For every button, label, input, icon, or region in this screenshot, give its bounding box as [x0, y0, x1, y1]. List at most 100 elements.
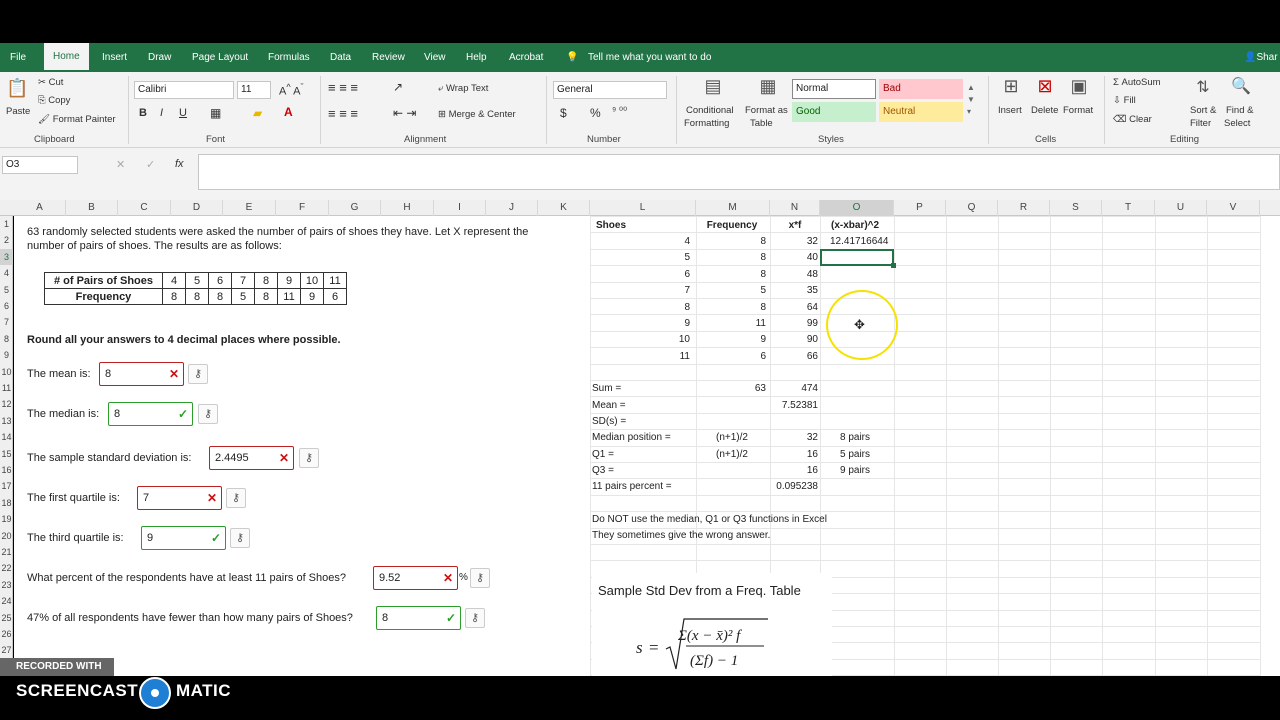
table-cell[interactable]: 8	[696, 251, 766, 265]
row-header[interactable]: 14	[0, 429, 13, 445]
column-header[interactable]: E	[223, 200, 276, 216]
table-cell[interactable]: 9	[696, 333, 766, 347]
table-cell[interactable]: 6	[594, 268, 690, 282]
tab-acrobat[interactable]: Acrobat	[509, 43, 543, 72]
row-header[interactable]: 16	[0, 462, 13, 478]
column-header[interactable]: S	[1050, 200, 1102, 216]
table-cell[interactable]: 8	[696, 235, 766, 249]
paste-icon[interactable]: 📋	[6, 78, 28, 100]
column-header[interactable]: L	[590, 200, 696, 216]
table-cell[interactable]: 99	[770, 317, 818, 331]
table-cell[interactable]: 5	[594, 251, 690, 265]
median-pairs[interactable]: 8 pairs	[840, 431, 870, 445]
table-cell[interactable]: 32	[770, 235, 818, 249]
style-neutral[interactable]: Neutral	[879, 102, 963, 122]
row-header[interactable]: 5	[0, 282, 13, 298]
percent-button[interactable]: %	[590, 106, 601, 120]
cancel-formula-icon[interactable]: ✕	[116, 158, 125, 171]
conditional-formatting-button[interactable]: Conditional	[686, 105, 734, 116]
percent-answer-field[interactable]: 9.52 ✕	[373, 566, 458, 590]
column-header[interactable]: T	[1102, 200, 1155, 216]
key-icon[interactable]: ⚷	[470, 568, 490, 588]
row-header[interactable]: 22	[0, 560, 13, 576]
table-cell[interactable]: 66	[770, 350, 818, 364]
row-header[interactable]: 2	[0, 232, 13, 248]
currency-button[interactable]: $	[560, 106, 567, 120]
median-answer-field[interactable]: 8 ✓	[108, 402, 193, 426]
tab-file[interactable]: File	[10, 43, 26, 72]
tab-formulas[interactable]: Formulas	[268, 43, 310, 72]
comma-style-icon[interactable]: ⁹ ⁰⁰	[612, 106, 627, 117]
row-header[interactable]: 8	[0, 331, 13, 347]
q3-pairs[interactable]: 9 pairs	[840, 464, 870, 478]
underline-button[interactable]: U	[179, 107, 187, 119]
column-header[interactable]: K	[538, 200, 590, 216]
q1-label[interactable]: Q1 =	[592, 448, 614, 462]
table-cell[interactable]: 8	[696, 301, 766, 315]
italic-button[interactable]: I	[160, 107, 163, 119]
confirm-formula-icon[interactable]: ✓	[146, 158, 155, 171]
column-header[interactable]: N	[770, 200, 820, 216]
row-header[interactable]: 11	[0, 380, 13, 396]
mean-answer-field[interactable]: 8 ✕	[99, 362, 184, 386]
row-header[interactable]: 20	[0, 528, 13, 544]
fill-handle[interactable]	[891, 263, 896, 268]
table-cell[interactable]: 5	[696, 284, 766, 298]
row-header[interactable]: 12	[0, 396, 13, 412]
orientation-icon[interactable]: ↗	[393, 80, 403, 94]
find-select-button[interactable]: Find &	[1226, 105, 1253, 116]
insert-cells-button[interactable]: Insert	[998, 105, 1022, 116]
column-header[interactable]: B	[66, 200, 118, 216]
row-header[interactable]: 3	[0, 248, 13, 265]
sort-filter-button[interactable]: Sort &	[1190, 105, 1216, 116]
percent-value[interactable]: 0.095238	[760, 480, 818, 494]
table-cell[interactable]: 4	[594, 235, 690, 249]
table-cell[interactable]: 40	[770, 251, 818, 265]
row-header[interactable]: 1	[0, 216, 13, 232]
name-box[interactable]: O3	[2, 156, 78, 174]
column-header[interactable]: R	[998, 200, 1050, 216]
delete-cells-button[interactable]: Delete	[1031, 105, 1058, 116]
table-cell[interactable]: 11	[696, 317, 766, 331]
fewer-than-answer-field[interactable]: 8 ✓	[376, 606, 461, 630]
clear-button[interactable]: ⌫ Clear	[1113, 114, 1152, 125]
column-header[interactable]: U	[1155, 200, 1207, 216]
selected-cell[interactable]	[820, 249, 894, 266]
q1-answer-field[interactable]: 7 ✕	[137, 486, 222, 510]
median-formula[interactable]: (n+1)/2	[696, 431, 768, 445]
q1-position-value[interactable]: 16	[770, 448, 818, 462]
column-header[interactable]: I	[434, 200, 486, 216]
tab-data[interactable]: Data	[330, 43, 351, 72]
style-good[interactable]: Good	[792, 102, 876, 122]
key-icon[interactable]: ⚷	[230, 528, 250, 548]
header-xf[interactable]: x*f	[770, 219, 820, 233]
cut-button[interactable]: ✂ Cut	[38, 77, 63, 88]
paste-button[interactable]: Paste	[6, 106, 30, 117]
align-left-icon[interactable]: ≡ ≡ ≡	[328, 106, 358, 121]
column-header[interactable]: M	[696, 200, 770, 216]
number-format-select[interactable]: General	[553, 81, 667, 99]
row-header[interactable]: 6	[0, 298, 13, 314]
median-position-value[interactable]: 32	[770, 431, 818, 445]
borders-icon[interactable]: ▦	[210, 106, 221, 120]
tab-draw[interactable]: Draw	[148, 43, 171, 72]
column-header[interactable]: D	[171, 200, 223, 216]
q3-label[interactable]: Q3 =	[592, 464, 614, 478]
style-normal[interactable]: Normal	[792, 79, 876, 99]
row-header[interactable]: 25	[0, 610, 13, 626]
column-header[interactable]: A	[14, 200, 66, 216]
percent-label[interactable]: 11 pairs percent =	[592, 480, 672, 494]
format-painter-button[interactable]: 🖌 Format Painter	[38, 114, 116, 125]
table-cell[interactable]: 90	[770, 333, 818, 347]
copy-button[interactable]: ⎘ Copy	[38, 95, 70, 106]
wrap-text-button[interactable]: ⤶ Wrap Text	[438, 83, 488, 94]
column-header[interactable]: C	[118, 200, 171, 216]
row-header[interactable]: 9	[0, 347, 13, 363]
row-header[interactable]: 24	[0, 593, 13, 609]
table-cell[interactable]: 7	[594, 284, 690, 298]
table-cell[interactable]: 35	[770, 284, 818, 298]
sum-xf[interactable]: 474	[770, 382, 818, 396]
header-frequency[interactable]: Frequency	[696, 219, 768, 233]
table-cell[interactable]: 11	[594, 350, 690, 364]
column-header[interactable]: G	[329, 200, 381, 216]
